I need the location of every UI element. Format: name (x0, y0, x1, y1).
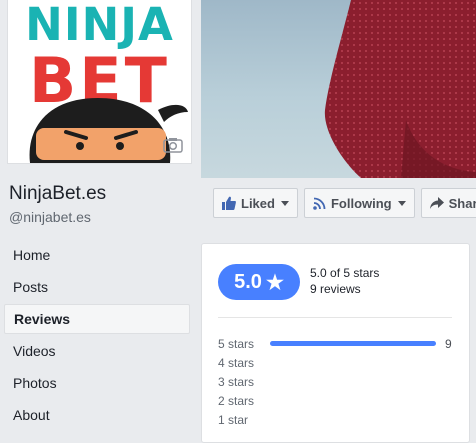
reviews-card: 5.0 ★ 5.0 of 5 stars 9 reviews 5 stars 9… (201, 243, 470, 443)
sidebar-item-posts[interactable]: Posts (4, 272, 190, 302)
liked-button-label: Liked (241, 195, 275, 211)
rating-bar-track (270, 341, 436, 346)
rating-summary: 5.0 of 5 stars 9 reviews (310, 265, 379, 297)
star-icon: ★ (265, 271, 284, 294)
sidebar-item-reviews[interactable]: Reviews (4, 304, 190, 334)
following-button-label: Following (330, 195, 392, 211)
rating-breakdown: 5 stars 9 4 stars 3 stars 2 stars 1 star (218, 334, 458, 429)
cover-photo[interactable] (201, 0, 476, 178)
share-arrow-icon (429, 197, 444, 209)
rating-summary-text: 5.0 of 5 stars (310, 266, 380, 280)
share-button-label: Share (448, 195, 476, 211)
rating-row-5[interactable]: 5 stars 9 (218, 334, 458, 353)
page-handle[interactable]: @ninjabet.es (9, 209, 91, 225)
divider (218, 317, 452, 318)
rating-row-label: 3 stars (218, 374, 255, 389)
rating-row-label: 2 stars (218, 393, 255, 408)
chevron-down-icon (397, 200, 406, 206)
rating-row-3[interactable]: 3 stars (218, 372, 458, 391)
thumbs-up-icon (222, 196, 236, 210)
share-button[interactable]: Share (420, 188, 476, 218)
rss-icon (313, 197, 326, 210)
rating-row-4[interactable]: 4 stars (218, 353, 458, 372)
liked-button[interactable]: Liked (213, 188, 298, 218)
following-button[interactable]: Following (303, 188, 415, 218)
review-count[interactable]: 9 reviews (310, 281, 379, 297)
page-action-bar: Liked Following Share (213, 188, 476, 218)
sidebar-item-photos[interactable]: Photos (4, 368, 190, 398)
rating-row-count: 9 (445, 336, 452, 351)
sidebar-item-home[interactable]: Home (4, 240, 190, 270)
rating-bar-fill (270, 341, 436, 346)
rating-badge: 5.0 ★ (218, 264, 300, 300)
sidebar-item-videos[interactable]: Videos (4, 336, 190, 366)
camera-icon[interactable] (160, 134, 186, 156)
rating-row-label: 5 stars (218, 336, 255, 351)
rating-row-1[interactable]: 1 star (218, 410, 458, 429)
rating-row-label: 4 stars (218, 355, 255, 370)
profile-picture[interactable]: NINJA BET (8, 0, 191, 163)
cover-person-shirt (324, 0, 476, 178)
sidebar-item-about[interactable]: About (4, 400, 190, 430)
rating-row-label: 1 star (218, 412, 249, 427)
rating-value: 5.0 (234, 270, 262, 293)
sidebar-nav: Home Posts Reviews Videos Photos About (4, 240, 190, 432)
page-title[interactable]: NinjaBet.es (9, 183, 106, 205)
rating-row-2[interactable]: 2 stars (218, 391, 458, 410)
chevron-down-icon (280, 200, 289, 206)
